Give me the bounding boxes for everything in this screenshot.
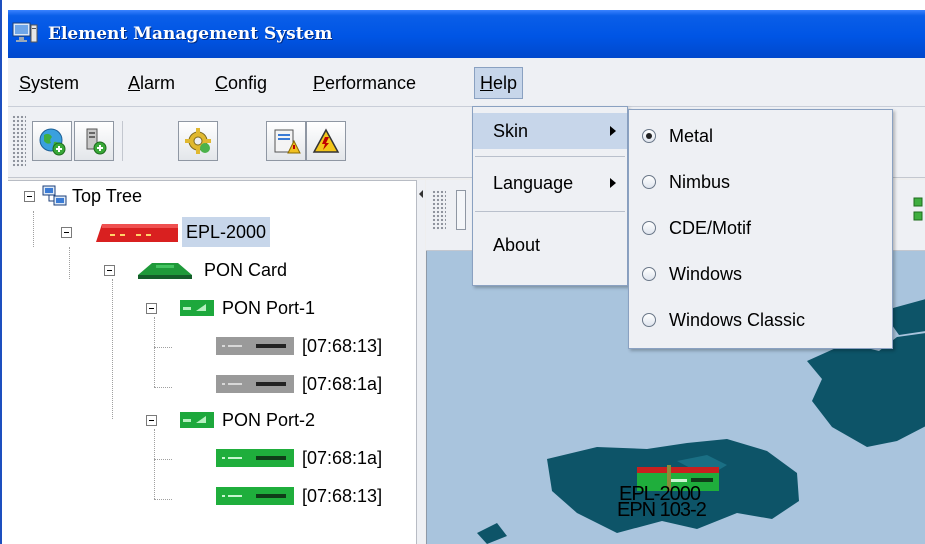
device-tree: Top Tree EPL-2000 PON Card PON Port-1 [0… [8,180,417,544]
menu-config[interactable]: Config [210,68,272,98]
radio-icon [642,175,656,189]
settings-button[interactable] [178,121,218,161]
onu-offline-icon [216,375,294,393]
tree-connector [154,429,155,499]
port-icon [180,300,214,316]
globe-add-icon [39,128,66,156]
menu-help-mnemonic: H [480,73,493,93]
skin-option-label: CDE/Motif [669,218,752,238]
skin-option-cde-motif[interactable]: CDE/Motif [629,205,892,251]
collapse-card-toggle[interactable] [104,265,115,276]
title-bar[interactable]: Element Management System [8,10,925,58]
toolbar-grip[interactable] [12,115,26,167]
menu-alarm-label: larm [140,73,176,93]
tree-onu-label: [07:68:1a] [302,374,383,394]
submenu-arrow-icon [610,178,616,188]
radio-icon [642,313,656,327]
menu-help-label: elp [493,73,518,93]
menu-item-language-label: Language [493,173,574,193]
collapse-port1-toggle[interactable] [146,303,157,314]
skin-option-nimbus[interactable]: Nimbus [629,159,892,205]
menu-performance[interactable]: Performance [308,68,421,98]
alarm-report-icon [274,129,301,154]
port-icon [180,412,214,428]
collapse-device-toggle[interactable] [61,227,72,238]
collapse-port2-toggle[interactable] [146,415,157,426]
skin-option-label: Nimbus [669,172,731,192]
menu-performance-mnemonic: P [313,73,326,93]
tree-connector [69,247,70,279]
map-device-label-2: EPN 103-2 [617,499,707,521]
tree-connector [154,317,155,387]
map-toolbar-grip[interactable] [432,190,446,230]
window-left-edge [0,0,2,544]
menu-bar: System Alarm Config Performance Help [8,58,925,107]
menu-item-about[interactable]: About [473,227,627,263]
tree-onu-label: [07:68:13] [302,336,383,356]
gear-icon [185,128,211,154]
menu-performance-label: erformance [325,73,417,93]
tree-card-label: PON Card [204,260,288,280]
tree-connector [112,279,113,419]
tree-connector [154,347,172,348]
monitor-app-icon [12,22,38,43]
menu-separator [475,211,625,212]
add-network-button[interactable] [32,121,72,161]
tree-connector [154,499,172,500]
radio-icon [642,267,656,281]
menu-item-language[interactable]: Language [473,165,627,201]
window-title: Element Management System [48,24,333,44]
tree-port2-label: PON Port-2 [222,410,316,430]
menu-system[interactable]: System [14,68,84,98]
menu-system-label: ystem [31,73,80,93]
app-window: Element Management System System Alarm C… [8,10,925,544]
tree-device-label: EPL-2000 [182,217,271,247]
warning-triangle-icon [312,128,340,153]
skin-option-label: Windows Classic [669,310,806,330]
onu-online-icon [216,487,294,505]
network-tree-icon [42,185,67,206]
tree-port1-label: PON Port-1 [222,298,316,318]
menu-item-skin[interactable]: Skin [473,113,627,149]
tree-onu-label: [07:68:13] [302,486,383,506]
tree-root-label: Top Tree [72,186,143,206]
collapse-left-arrow-icon[interactable] [417,188,425,208]
menu-help[interactable]: Help [474,67,524,99]
tree-connector [154,459,172,460]
menu-config-label: onfig [228,73,268,93]
tree-connector [33,211,34,247]
map-toolbar-button[interactable] [456,190,466,230]
server-add-icon [86,128,107,155]
tree-connector [154,387,172,388]
alarm-report-button[interactable] [266,121,306,161]
radio-selected-icon [642,129,656,143]
skin-option-metal[interactable]: Metal [629,113,892,159]
add-device-button[interactable] [74,121,114,161]
skin-option-label: Windows [669,264,743,284]
green-card-icon [138,263,192,279]
skin-option-windows[interactable]: Windows [629,251,892,297]
collapse-root-toggle[interactable] [24,191,35,202]
menu-alarm[interactable]: Alarm [123,68,180,98]
submenu-arrow-icon [610,126,616,136]
radio-icon [642,221,656,235]
menu-config-mnemonic: C [215,73,228,93]
menu-item-about-label: About [493,235,541,255]
menu-item-skin-label: Skin [493,121,529,141]
help-dropdown-menu: Skin Language About [472,106,628,286]
alarm-warning-button[interactable] [306,121,346,161]
red-device-icon [96,224,178,242]
skin-option-label: Metal [669,126,714,146]
toolbar-separator [122,121,133,161]
onu-offline-icon [216,337,294,355]
skin-submenu: Metal Nimbus CDE/Motif Windows Windows C… [628,109,893,349]
menu-system-mnemonic: S [19,73,32,93]
menu-alarm-mnemonic: A [128,73,141,93]
onu-online-icon [216,449,294,467]
split-pane-divider[interactable] [417,180,425,544]
tree-onu-label: [07:68:1a] [302,448,383,468]
menu-separator [475,156,625,157]
skin-option-windows-classic[interactable]: Windows Classic [629,297,892,343]
map-view-toggle-icon[interactable] [912,196,925,226]
